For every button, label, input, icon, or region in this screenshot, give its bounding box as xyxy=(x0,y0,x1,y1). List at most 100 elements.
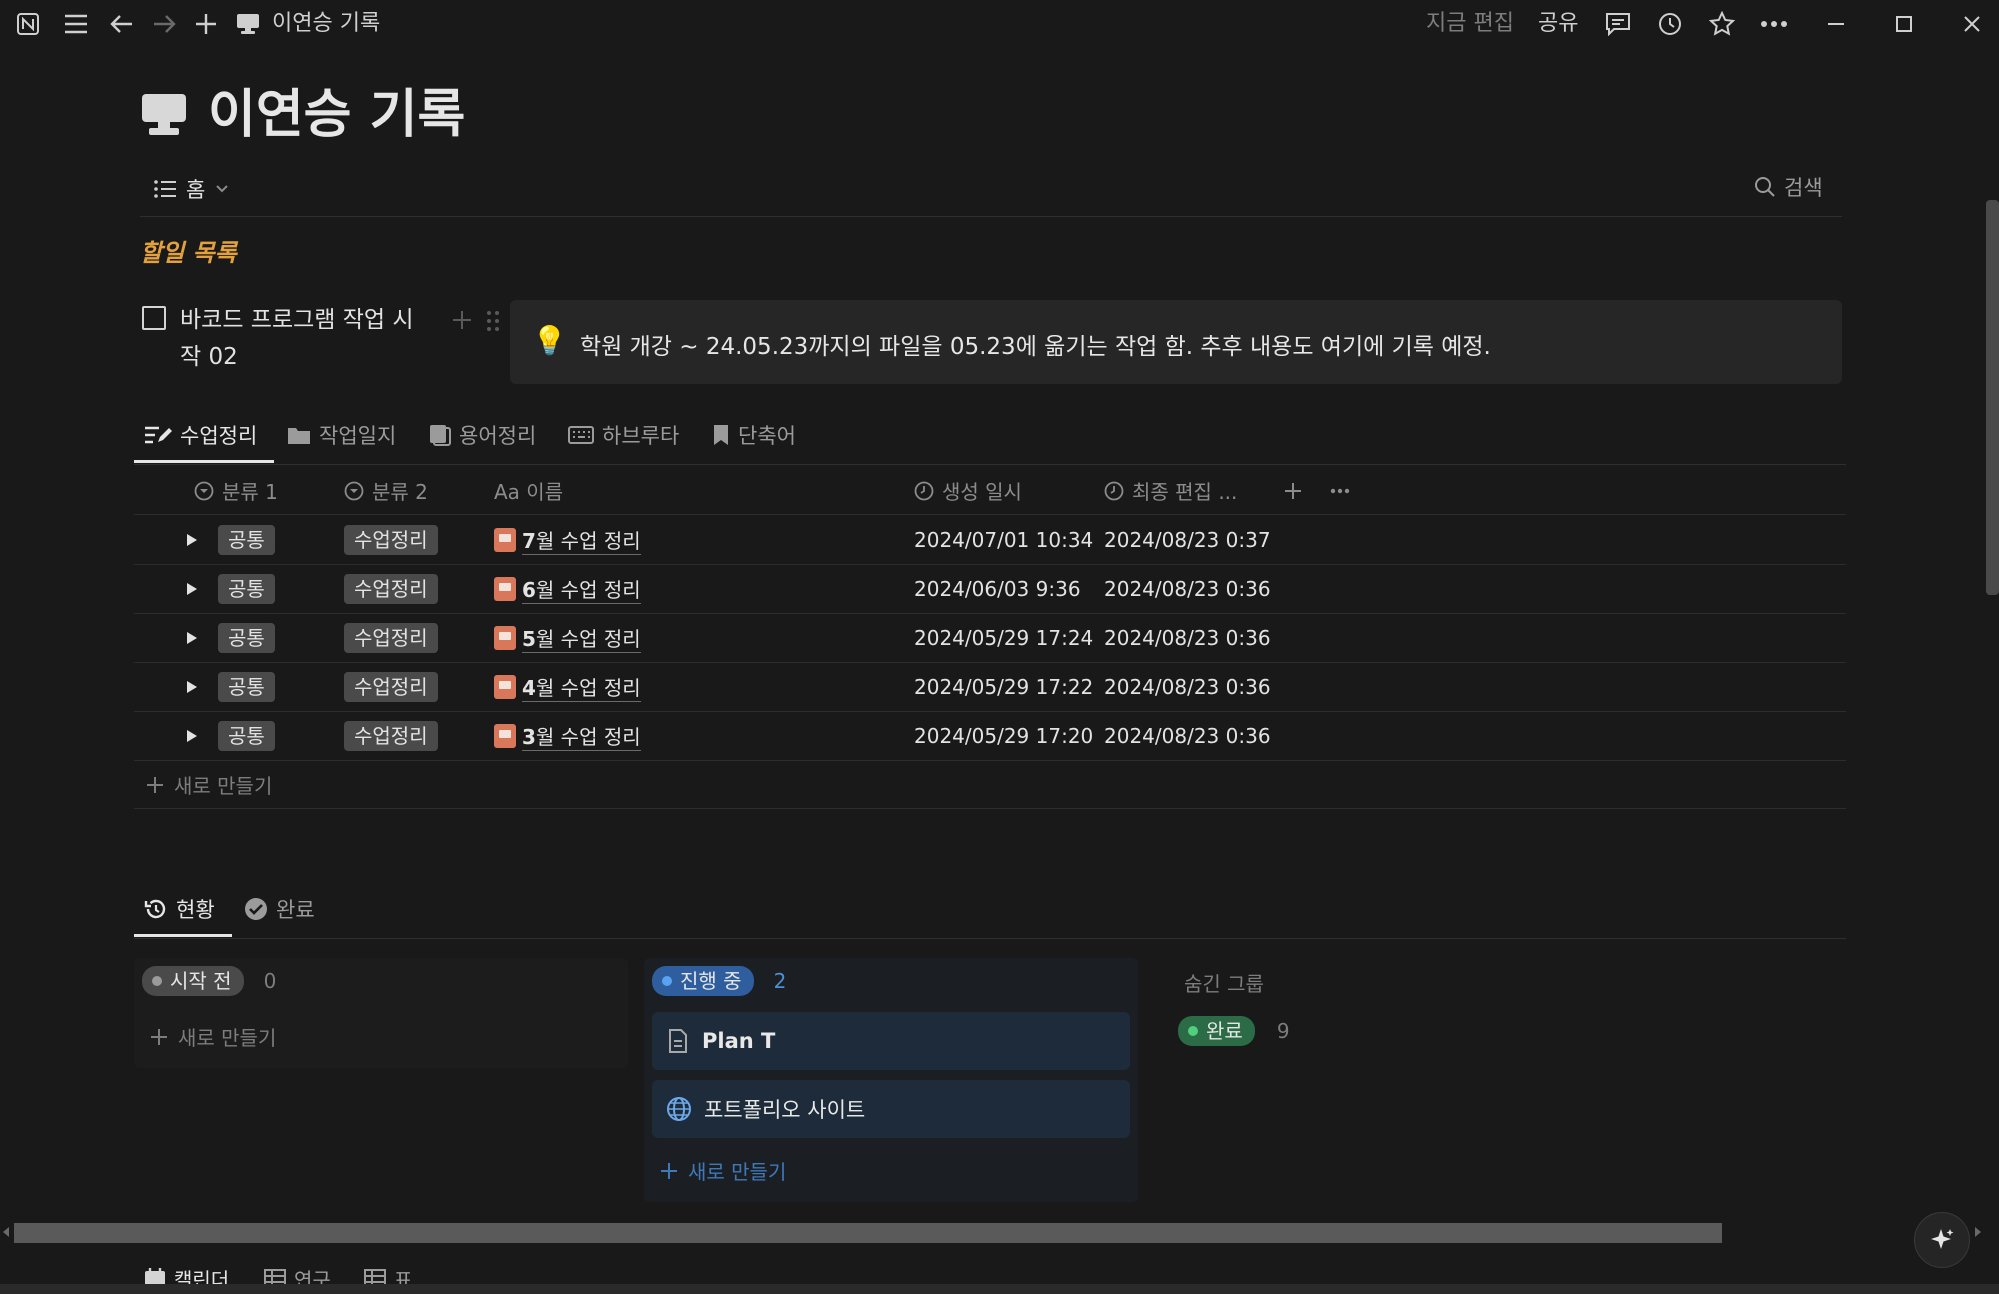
share-button[interactable]: 공유 xyxy=(1538,10,1578,38)
todo-text[interactable]: 바코드 프로그램 작업 시 작 02 xyxy=(180,302,414,376)
tab-work-log[interactable]: 작업일지 xyxy=(287,420,396,450)
column-header-name[interactable]: Aa 이름 xyxy=(494,466,563,515)
history-clock-icon[interactable] xyxy=(1656,10,1684,38)
tab-done[interactable]: 완료 xyxy=(244,894,315,924)
expand-triangle-icon[interactable] xyxy=(186,711,198,760)
board-card[interactable]: Plan T xyxy=(652,1012,1130,1070)
tab-glossary[interactable]: 용어정리 xyxy=(429,420,536,450)
tab-label: 용어정리 xyxy=(459,424,537,448)
table-row[interactable]: 공통 수업정리 3월 수업 정리 2024/05/29 17:20 2024/0… xyxy=(134,711,1846,761)
tag-cat2: 수업정리 xyxy=(344,720,438,751)
more-options-icon[interactable] xyxy=(1760,10,1788,38)
new-tab-plus-icon[interactable] xyxy=(192,10,220,38)
todo-text-line2: 작 02 xyxy=(180,344,238,370)
forward-arrow-icon[interactable] xyxy=(150,10,178,38)
row-name[interactable]: 5월 수업 정리 xyxy=(494,613,641,662)
column-header-cat2[interactable]: 분류 2 xyxy=(344,466,428,515)
tab-label: 현황 xyxy=(176,898,215,922)
back-arrow-icon[interactable] xyxy=(108,10,136,38)
row-name[interactable]: 7월 수업 정리 xyxy=(494,515,641,564)
scroll-left-arrow-icon[interactable] xyxy=(0,1220,12,1244)
status-dot-icon xyxy=(662,976,672,986)
tag-cat1: 공통 xyxy=(218,622,275,653)
notion-logo-icon[interactable] xyxy=(14,10,42,38)
board-new-button[interactable]: 새로 만들기 xyxy=(150,1022,276,1051)
view-name: 홈 xyxy=(186,178,206,202)
table-row[interactable]: 공통 수업정리 6월 수업 정리 2024/06/03 9:36 2024/08… xyxy=(134,564,1846,614)
row-name[interactable]: 3월 수업 정리 xyxy=(494,711,641,760)
name-rest: 월 수업 정리 xyxy=(535,626,641,651)
maximize-icon[interactable] xyxy=(1890,10,1918,38)
tag-cat2: 수업정리 xyxy=(344,671,438,702)
name-rest: 월 수업 정리 xyxy=(535,675,641,700)
expand-triangle-icon[interactable] xyxy=(186,613,198,662)
board-column-in-progress: 진행 중 2 Plan T 포트폴리오 사이트 새로 만들기 xyxy=(644,958,1138,1202)
bottom-edge-bar xyxy=(0,1284,1999,1294)
hidden-group-done[interactable]: 완료 9 xyxy=(1178,1016,1290,1046)
notebook-icon xyxy=(494,674,516,699)
todo-text-line1: 바코드 프로그램 작업 시 xyxy=(180,307,414,333)
notebook-icon xyxy=(494,723,516,748)
row-name[interactable]: 4월 수업 정리 xyxy=(494,662,641,711)
callout-block[interactable]: 💡 학원 개강 ~ 24.05.23까지의 파일을 05.23에 옮기는 작업 … xyxy=(510,300,1842,384)
notebook-icon xyxy=(494,527,516,552)
new-label: 새로 만들기 xyxy=(178,1026,277,1050)
more-options-icon[interactable] xyxy=(1330,466,1350,515)
column-label: 분류 2 xyxy=(372,480,428,504)
minimize-icon[interactable] xyxy=(1822,10,1850,38)
tab-class-notes[interactable]: 수업정리 xyxy=(144,420,257,450)
status-dot-icon xyxy=(152,976,162,986)
row-name[interactable]: 6월 수업 정리 xyxy=(494,564,641,613)
todo-checkbox[interactable] xyxy=(142,306,166,330)
tab-label: 수업정리 xyxy=(180,424,258,448)
board-column-not-started: 시작 전 0 새로 만들기 xyxy=(134,958,628,1068)
status-badge-not-started: 시작 전 xyxy=(142,966,244,996)
group-count: 9 xyxy=(1276,1019,1290,1043)
expand-triangle-icon[interactable] xyxy=(186,515,198,564)
table-row[interactable]: 공통 수업정리 5월 수업 정리 2024/05/29 17:24 2024/0… xyxy=(134,613,1846,663)
add-block-plus-icon[interactable] xyxy=(452,310,472,330)
status-label: 시작 전 xyxy=(170,969,232,993)
horizontal-scrollbar-thumb[interactable] xyxy=(14,1223,1722,1243)
breadcrumb-title[interactable]: 이연승 기록 xyxy=(272,10,380,38)
tab-label: 하브루타 xyxy=(602,424,680,448)
column-header-edited[interactable]: 최종 편집 ... xyxy=(1104,466,1237,515)
board-card[interactable]: 포트폴리오 사이트 xyxy=(652,1080,1130,1138)
drag-handle-icon[interactable] xyxy=(486,310,500,332)
tag-cat1: 공통 xyxy=(218,720,275,751)
page-title[interactable]: 이연승 기록 xyxy=(140,85,465,145)
search-label: 검색 xyxy=(1784,176,1823,200)
tab-shortcuts[interactable]: 단축어 xyxy=(712,420,796,450)
vertical-scrollbar-thumb[interactable] xyxy=(1986,200,1999,595)
edited-time: 2024/08/23 0:36 xyxy=(1104,674,1271,699)
comments-icon[interactable] xyxy=(1604,10,1632,38)
scroll-right-arrow-icon[interactable] xyxy=(1972,1220,1984,1244)
name-number: 4 xyxy=(522,675,536,700)
tag-cat1: 공통 xyxy=(218,671,275,702)
menu-icon[interactable] xyxy=(62,10,90,38)
name-number: 5 xyxy=(522,626,536,651)
computer-emoji-icon[interactable] xyxy=(140,92,188,138)
divider xyxy=(140,216,1842,217)
view-selector[interactable]: 홈 xyxy=(154,174,229,204)
favorite-star-icon[interactable] xyxy=(1708,10,1736,38)
tab-status[interactable]: 현황 xyxy=(144,894,215,924)
table-row[interactable]: 공통 수업정리 4월 수업 정리 2024/05/29 17:22 2024/0… xyxy=(134,662,1846,712)
top-bar: 이연승 기록 지금 편집 공유 xyxy=(0,0,1999,48)
table-new-row-button[interactable]: 새로 만들기 xyxy=(134,761,1846,809)
search-button[interactable]: 검색 xyxy=(1754,172,1823,202)
column-header-created[interactable]: 생성 일시 xyxy=(914,466,1022,515)
edit-list-icon xyxy=(144,424,172,446)
tab-havruta[interactable]: 하브루타 xyxy=(568,420,679,450)
expand-triangle-icon[interactable] xyxy=(186,662,198,711)
status-badge-in-progress: 진행 중 xyxy=(652,966,754,996)
active-tab-underline xyxy=(134,934,232,937)
created-time: 2024/06/03 9:36 xyxy=(914,576,1081,601)
add-column-plus-icon[interactable] xyxy=(1284,466,1302,515)
expand-triangle-icon[interactable] xyxy=(186,564,198,613)
table-row[interactable]: 공통 수업정리 7월 수업 정리 2024/07/01 10:34 2024/0… xyxy=(134,515,1846,565)
edited-time: 2024/08/23 0:36 xyxy=(1104,723,1271,748)
column-header-cat1[interactable]: 분류 1 xyxy=(194,466,278,515)
close-icon[interactable] xyxy=(1958,10,1986,38)
board-new-button[interactable]: 새로 만들기 xyxy=(660,1156,786,1185)
